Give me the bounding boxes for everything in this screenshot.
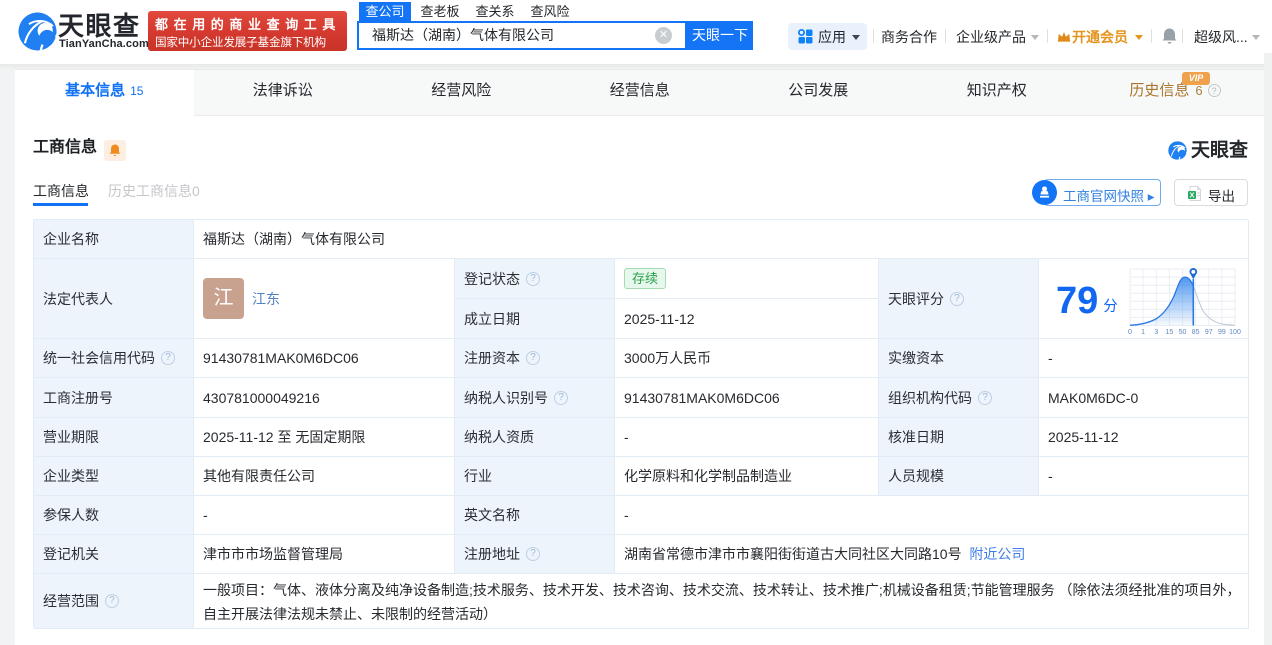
svg-text:1: 1 bbox=[1141, 329, 1145, 336]
svg-text:15: 15 bbox=[1166, 329, 1174, 336]
svg-text:50: 50 bbox=[1179, 329, 1187, 336]
svg-text:X: X bbox=[1189, 191, 1194, 200]
svg-text:100: 100 bbox=[1229, 329, 1241, 336]
svg-text:3: 3 bbox=[1154, 329, 1158, 336]
svg-text:97: 97 bbox=[1205, 329, 1213, 336]
svg-text:0: 0 bbox=[1128, 329, 1132, 336]
svg-text:85: 85 bbox=[1192, 329, 1200, 336]
svg-text:99: 99 bbox=[1218, 329, 1226, 336]
